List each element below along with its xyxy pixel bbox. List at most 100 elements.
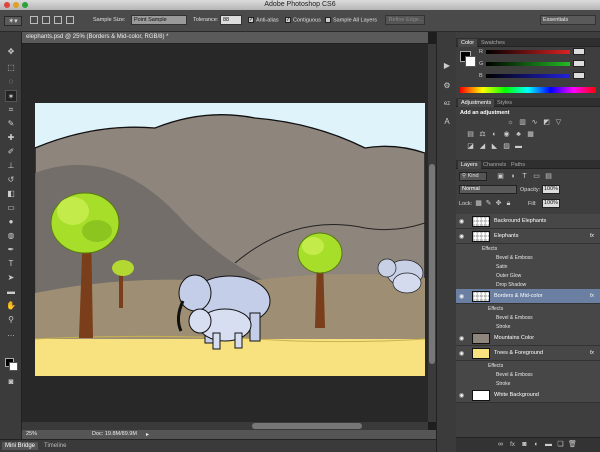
invert-icon[interactable]: ◪: [466, 143, 475, 151]
document-tab[interactable]: elephants.psd @ 25% (Borders & Mid-color…: [22, 32, 428, 44]
filter-smart-object-icon[interactable]: ▤: [544, 173, 553, 181]
extension-panel-icon[interactable]: ez: [441, 98, 453, 110]
zoom-level[interactable]: 25%: [26, 431, 37, 437]
green-value-input[interactable]: [573, 60, 585, 67]
delete-layer-icon[interactable]: 🗑︎: [568, 441, 577, 449]
link-layers-icon[interactable]: ∞: [496, 441, 505, 449]
image-canvas[interactable]: [35, 103, 425, 376]
tab-layers[interactable]: Layers: [458, 161, 481, 169]
blue-value-input[interactable]: [573, 72, 585, 79]
zoom-window-button[interactable]: [22, 2, 28, 8]
layer-row[interactable]: ◉ Backround Elephants: [456, 214, 600, 229]
minimize-window-button[interactable]: [13, 2, 19, 8]
black-white-icon[interactable]: ◐: [490, 131, 499, 139]
shape-tool-icon[interactable]: ▬: [5, 286, 17, 298]
healing-brush-tool-icon[interactable]: ✚: [5, 132, 17, 144]
refine-edge-button[interactable]: Refine Edge...: [385, 15, 425, 25]
layer-effects-fx-icon[interactable]: fx: [590, 233, 594, 239]
filter-adjustment-icon[interactable]: ◑: [508, 173, 517, 181]
blue-slider[interactable]: [486, 74, 570, 78]
background-color-swatch[interactable]: [9, 362, 18, 371]
magic-wand-preset-icon[interactable]: ✶▾: [4, 16, 22, 26]
layer-row[interactable]: ◉ White Background: [456, 388, 600, 403]
blend-mode-select[interactable]: Normal: [459, 185, 517, 194]
sample-all-layers-checkbox[interactable]: Sample All Layers: [325, 17, 377, 23]
visibility-eye-icon[interactable]: ◉: [459, 233, 464, 240]
new-group-icon[interactable]: ▬: [544, 441, 553, 449]
vertical-scrollbar[interactable]: [428, 44, 436, 422]
add-to-selection-icon[interactable]: [42, 16, 50, 24]
vertical-scroll-thumb[interactable]: [429, 164, 435, 364]
color-lookup-icon[interactable]: ▦: [526, 131, 535, 139]
mini-bridge-tab[interactable]: Mini Bridge: [2, 442, 39, 450]
lock-pixels-icon[interactable]: ✎: [484, 200, 493, 208]
tolerance-input[interactable]: 88: [220, 15, 242, 25]
selective-color-icon[interactable]: ▨: [502, 143, 511, 151]
effect-row[interactable]: Satin: [456, 262, 600, 271]
levels-icon[interactable]: ▥: [518, 119, 527, 127]
layer-row[interactable]: ◉ Trees & Foreground fx: [456, 346, 600, 361]
magic-wand-tool-icon[interactable]: ✶: [5, 90, 17, 102]
visibility-eye-icon[interactable]: ◉: [459, 335, 464, 342]
layer-effects-fx-icon[interactable]: fx: [590, 350, 594, 356]
effect-row[interactable]: Bevel & Emboss: [456, 313, 600, 322]
eraser-tool-icon[interactable]: ◧: [5, 188, 17, 200]
history-panel-icon[interactable]: ▶: [441, 60, 453, 72]
type-tool-icon[interactable]: T: [5, 258, 17, 270]
photo-filter-icon[interactable]: ◉: [502, 131, 511, 139]
dodge-tool-icon[interactable]: ◍: [5, 230, 17, 242]
gradient-map-icon[interactable]: ▬: [514, 143, 523, 151]
tab-adjustments[interactable]: Adjustments: [458, 99, 495, 107]
more-tools-icon[interactable]: …: [5, 328, 17, 340]
add-layer-style-icon[interactable]: fx: [508, 441, 517, 449]
lock-position-icon[interactable]: ✥: [494, 200, 503, 208]
close-window-button[interactable]: [4, 2, 10, 8]
visibility-eye-icon[interactable]: ◉: [459, 350, 464, 357]
new-layer-icon[interactable]: ❏: [556, 441, 565, 449]
brush-tool-icon[interactable]: ✐: [5, 146, 17, 158]
gradient-tool-icon[interactable]: ▭: [5, 202, 17, 214]
zoom-tool-icon[interactable]: ⚲: [5, 314, 17, 326]
layer-effects-fx-icon[interactable]: fx: [590, 293, 594, 299]
tab-channels[interactable]: Channels: [480, 161, 509, 169]
blur-tool-icon[interactable]: ●: [5, 216, 17, 228]
color-ramp[interactable]: [460, 87, 596, 93]
path-selection-tool-icon[interactable]: ➤: [5, 272, 17, 284]
hand-tool-icon[interactable]: ✋: [5, 300, 17, 312]
pen-tool-icon[interactable]: ✒: [5, 244, 17, 256]
filter-pixel-icon[interactable]: ▣: [496, 173, 505, 181]
posterize-icon[interactable]: ◢: [478, 143, 487, 151]
add-mask-icon[interactable]: ◙: [520, 441, 529, 449]
red-value-input[interactable]: [573, 48, 585, 55]
exposure-icon[interactable]: ◩: [542, 119, 551, 127]
layer-row[interactable]: ◉ Elephants fx: [456, 229, 600, 244]
timeline-tab[interactable]: Timeline: [44, 443, 66, 449]
visibility-eye-icon[interactable]: ◉: [459, 293, 464, 300]
effect-row[interactable]: Outer Glow: [456, 271, 600, 280]
filter-type-icon[interactable]: T: [520, 173, 529, 181]
effect-row[interactable]: Stroke: [456, 322, 600, 331]
visibility-eye-icon[interactable]: ◉: [459, 392, 464, 399]
fill-input[interactable]: 100%: [542, 199, 560, 208]
channel-mixer-icon[interactable]: ♣: [514, 131, 523, 139]
status-menu-icon[interactable]: ▸: [146, 431, 149, 438]
curves-icon[interactable]: ∿: [530, 119, 539, 127]
lock-transparent-icon[interactable]: ▦: [474, 200, 483, 208]
visibility-eye-icon[interactable]: ◉: [459, 218, 464, 225]
tab-styles[interactable]: Styles: [494, 99, 515, 107]
tab-swatches[interactable]: Swatches: [478, 39, 508, 47]
new-adjustment-layer-icon[interactable]: ◐: [532, 441, 541, 449]
filter-shape-icon[interactable]: ▭: [532, 173, 541, 181]
color-balance-icon[interactable]: ⚖: [478, 131, 487, 139]
effect-row[interactable]: Bevel & Emboss: [456, 370, 600, 379]
eyedropper-tool-icon[interactable]: ✎: [5, 118, 17, 130]
lasso-tool-icon[interactable]: ◌: [5, 76, 17, 88]
character-panel-icon[interactable]: A: [441, 116, 453, 128]
lock-all-icon[interactable]: 🔒︎: [504, 200, 513, 208]
opacity-input[interactable]: 100%: [542, 185, 560, 194]
marquee-tool-icon[interactable]: ⬚: [5, 62, 17, 74]
threshold-icon[interactable]: ◣: [490, 143, 499, 151]
subtract-selection-icon[interactable]: [54, 16, 62, 24]
sample-size-select[interactable]: Point Sample: [131, 15, 187, 25]
brightness-contrast-icon[interactable]: ☼: [506, 119, 515, 127]
